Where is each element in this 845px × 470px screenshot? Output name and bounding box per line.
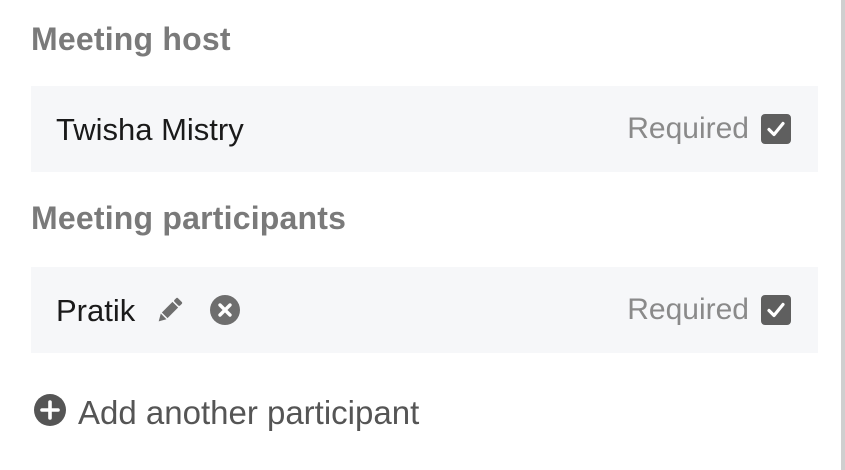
host-required-checkbox[interactable] xyxy=(761,114,791,144)
plus-circle-icon xyxy=(33,393,67,432)
participant-required-checkbox[interactable] xyxy=(761,295,791,325)
host-name: Twisha Mistry xyxy=(56,111,244,147)
participant-row: Pratik Required xyxy=(31,267,818,353)
panel-right-border xyxy=(841,0,845,470)
participant-required-label: Required xyxy=(627,293,749,326)
checkmark-icon xyxy=(767,121,785,137)
checkmark-icon xyxy=(767,302,785,318)
host-required-toggle[interactable]: Required xyxy=(627,114,791,144)
host-required-label: Required xyxy=(627,112,749,145)
add-participant-button[interactable]: Add another participant xyxy=(33,393,419,432)
participant-name: Pratik xyxy=(56,292,136,328)
meeting-host-heading: Meeting host xyxy=(31,21,231,57)
meeting-participants-heading: Meeting participants xyxy=(31,200,347,236)
pencil-icon[interactable] xyxy=(153,293,187,327)
add-participant-label: Add another participant xyxy=(78,394,420,431)
participant-required-toggle[interactable]: Required xyxy=(627,295,791,325)
remove-circle-icon[interactable] xyxy=(209,294,241,326)
host-row: Twisha Mistry Required xyxy=(31,86,818,172)
